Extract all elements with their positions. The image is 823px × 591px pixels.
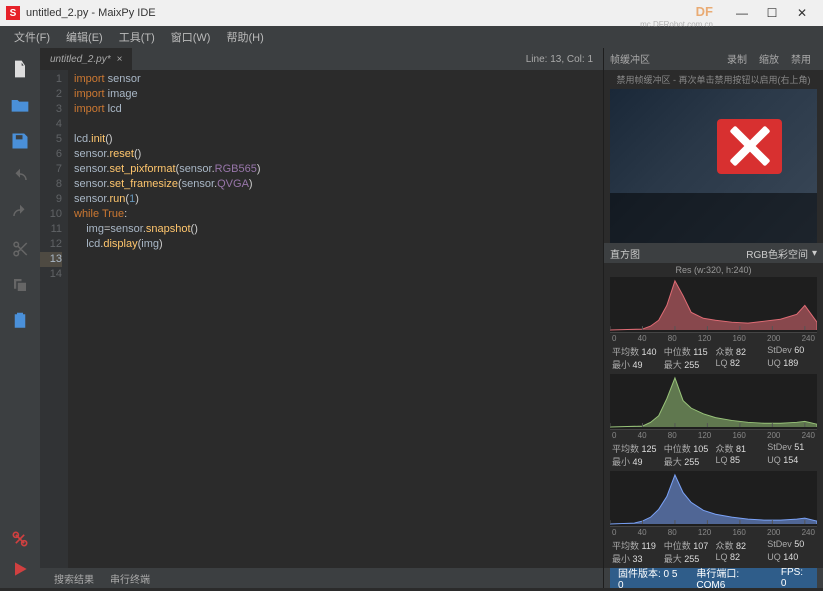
save-icon[interactable] — [9, 130, 31, 152]
disable-button[interactable]: 禁用 — [785, 51, 817, 66]
maximize-button[interactable]: ☐ — [757, 6, 787, 20]
copy-icon[interactable] — [9, 274, 31, 296]
framebuffer-hint: 禁用帧缓冲区 - 再次单击禁用按钮以启用(右上角) — [604, 70, 823, 89]
cursor-position: Line: 13, Col: 1 — [516, 54, 603, 65]
histogram-title: 直方图 — [610, 246, 640, 261]
firmware-version: 固件版本: 0 5 0 — [610, 568, 688, 588]
menu-tool[interactable]: 工具(T) — [111, 29, 163, 45]
fps-status: FPS: 0 — [773, 568, 817, 588]
left-toolbar — [0, 48, 40, 588]
cut-icon[interactable] — [9, 238, 31, 260]
editor-tab[interactable]: untitled_2.py* × — [40, 48, 132, 70]
preview-foreground — [610, 193, 817, 243]
camera-preview[interactable] — [610, 89, 817, 243]
run-icon[interactable] — [9, 558, 31, 580]
histogram-g: 04080120160200240平均数 125中位数 105众数 81StDe… — [610, 374, 817, 469]
menu-help[interactable]: 帮助(H) — [218, 29, 271, 45]
line-gutter: 1234567891011121314 — [40, 70, 68, 568]
right-panel: 帧缓冲区 录制 缩放 禁用 禁用帧缓冲区 - 再次单击禁用按钮以启用(右上角) … — [603, 48, 823, 588]
menu-file[interactable]: 文件(F) — [6, 29, 58, 45]
menu-bar: 文件(F) 编辑(E) 工具(T) 窗口(W) 帮助(H) — [0, 26, 823, 48]
close-button[interactable]: ✕ — [787, 6, 817, 20]
editor-bottom-bar: 搜索结果 串行终端 — [40, 568, 603, 588]
window-title: untitled_2.py - MaixPy IDE — [26, 7, 727, 19]
status-bar: 固件版本: 0 5 0 串行端口: COM6 FPS: 0 — [604, 568, 823, 588]
framebuffer-header: 帧缓冲区 录制 缩放 禁用 — [604, 48, 823, 70]
connect-icon[interactable] — [9, 528, 31, 550]
menu-window[interactable]: 窗口(W) — [163, 29, 219, 45]
framebuffer-title: 帧缓冲区 — [610, 51, 650, 66]
open-folder-icon[interactable] — [9, 94, 31, 116]
menu-edit[interactable]: 编辑(E) — [58, 29, 111, 45]
editor-area: untitled_2.py* × Line: 13, Col: 1 123456… — [40, 48, 603, 588]
code-editor[interactable]: import sensorimport imageimport lcd lcd.… — [68, 70, 603, 568]
serial-terminal-tab[interactable]: 串行终端 — [102, 571, 158, 586]
histogram-r: 04080120160200240平均数 140中位数 115众数 82StDe… — [610, 277, 817, 372]
app-icon: S — [6, 6, 20, 20]
watermark-logo: DF — [696, 4, 713, 19]
histogram-b: 04080120160200240平均数 119中位数 107众数 82StDe… — [610, 471, 817, 566]
zoom-button[interactable]: 缩放 — [753, 51, 785, 66]
preview-object — [717, 119, 782, 174]
tab-close-icon[interactable]: × — [117, 54, 123, 65]
histogram-header: 直方图 RGB色彩空间 ▾ — [604, 243, 823, 263]
colorspace-select[interactable]: RGB色彩空间 — [746, 246, 808, 261]
serial-port-status: 串行端口: COM6 — [688, 568, 772, 588]
new-file-icon[interactable] — [9, 58, 31, 80]
redo-icon[interactable] — [9, 202, 31, 224]
record-button[interactable]: 录制 — [721, 51, 753, 66]
minimize-button[interactable]: — — [727, 6, 757, 20]
search-results-tab[interactable]: 搜索结果 — [46, 571, 102, 586]
tab-label: untitled_2.py* — [50, 54, 111, 65]
undo-icon[interactable] — [9, 166, 31, 188]
resolution-label: Res (w:320, h:240) — [604, 263, 823, 277]
dropdown-icon[interactable]: ▾ — [812, 248, 817, 259]
watermark-url: mc.DFRobot.com.cn — [640, 20, 713, 29]
paste-icon[interactable] — [9, 310, 31, 332]
editor-tabbar: untitled_2.py* × Line: 13, Col: 1 — [40, 48, 603, 70]
